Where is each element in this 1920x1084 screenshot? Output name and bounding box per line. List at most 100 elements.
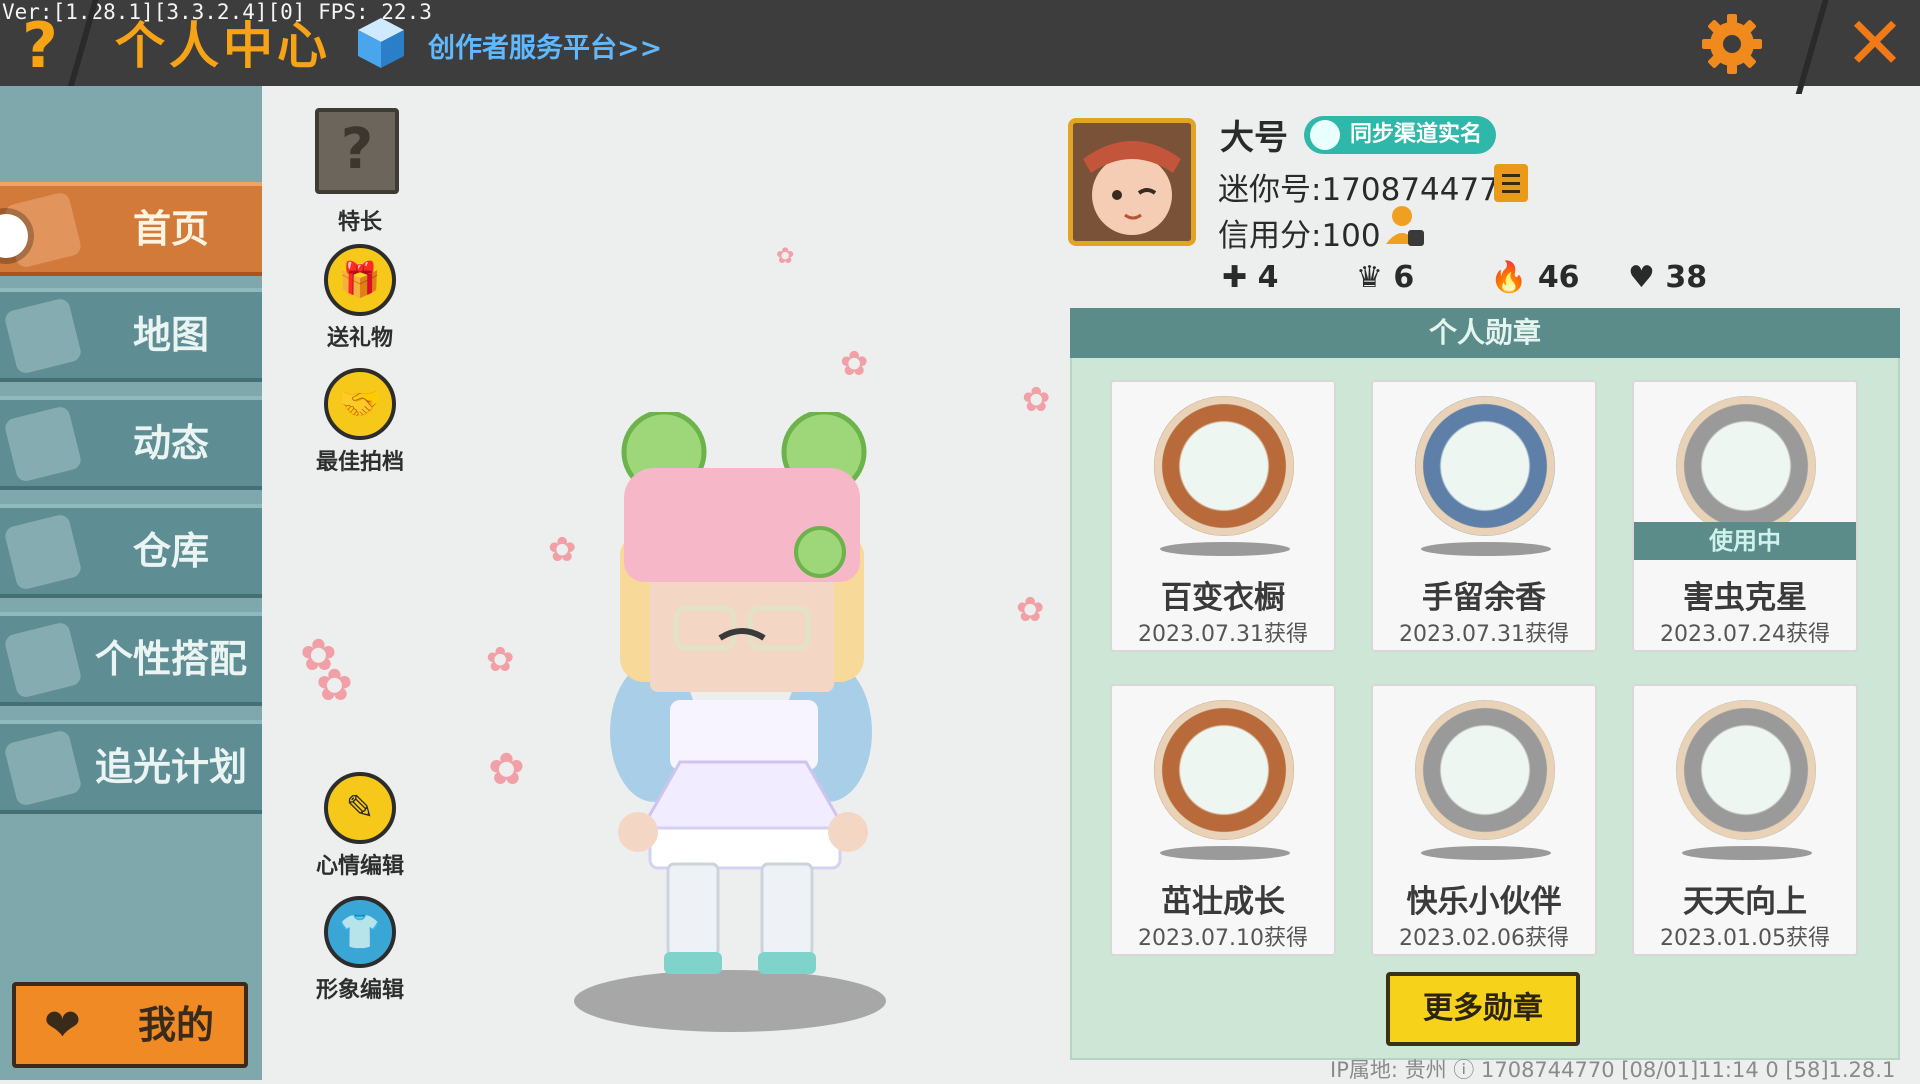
plus-box-icon: ✚	[1222, 260, 1248, 295]
badge-shadow	[1421, 542, 1551, 556]
petal-decoration: ✿	[486, 640, 515, 680]
heart-icon: ♥	[1628, 260, 1655, 295]
trophy-icon: ♛	[1356, 260, 1383, 295]
badge-shadow	[1682, 846, 1812, 860]
badge-card[interactable]: 使用中害虫克星 2023.07.24获得	[1632, 380, 1858, 652]
badge-date: 2023.07.10获得	[1138, 926, 1308, 951]
badge-medal-icon	[1154, 700, 1294, 840]
house-icon	[3, 512, 83, 592]
help-icon[interactable]: ?	[10, 14, 70, 78]
badges-header: 个人勋章	[1070, 308, 1900, 358]
petal-decoration: ✿	[1022, 380, 1051, 420]
stat-trophy: ♛ 6	[1356, 260, 1414, 295]
sidebar-item-label: 首页	[132, 207, 209, 251]
heart-icon: ❤	[44, 1000, 81, 1051]
credit-user-icon[interactable]	[1384, 204, 1426, 248]
edit-icon: ✎	[324, 772, 396, 844]
sidebar-item-warehouse[interactable]: 仓库	[0, 504, 262, 598]
badge-date: 2023.07.24获得	[1660, 622, 1830, 647]
nickname: 大号	[1220, 118, 1288, 158]
ip-location: IP属地: 贵州	[1330, 1058, 1447, 1082]
badge-medal-icon	[1676, 700, 1816, 840]
badge-card[interactable]: 快乐小伙伴 2023.02.06获得	[1371, 684, 1597, 956]
more-badges-button[interactable]: 更多勋章	[1386, 972, 1580, 1046]
mini-id: 迷你号:1708744770	[1218, 172, 1519, 208]
send-gift-label: 送礼物	[326, 326, 393, 351]
outfit-edit-icon: 👕	[324, 896, 396, 968]
image-edit-label: 形象编辑	[315, 978, 404, 1003]
sidebar-item-feed[interactable]: 动态	[0, 396, 262, 490]
petal-decoration: ✿	[1016, 590, 1045, 630]
skill-label-wrap: 特长	[300, 200, 420, 236]
profile-avatar[interactable]	[1068, 118, 1196, 246]
credit-score: 信用分:100	[1218, 218, 1381, 254]
sidebar-item-light-plan[interactable]: 追光计划	[0, 720, 262, 814]
badge-medal-icon	[1415, 700, 1555, 840]
mood-edit-button[interactable]: ✎ 心情编辑	[300, 772, 420, 880]
stat-heart: ♥ 38	[1628, 260, 1707, 295]
my-button-label: 我的	[137, 1003, 214, 1047]
badge-date: 2023.02.06获得	[1399, 926, 1569, 951]
handshake-icon: 🤝	[324, 368, 396, 440]
badge-shadow	[1421, 846, 1551, 860]
badge-card[interactable]: 百变衣橱 2023.07.31获得	[1110, 380, 1336, 652]
avatar-character[interactable]	[580, 412, 900, 1002]
badge-date: 2023.07.31获得	[1138, 622, 1308, 647]
best-partner-label: 最佳拍档	[315, 450, 404, 475]
gear-icon[interactable]	[1700, 12, 1764, 76]
badge-name: 百变衣橱	[1161, 580, 1285, 616]
badge-card[interactable]: 茁壮成长 2023.07.10获得	[1110, 684, 1336, 956]
badge-date: 2023.01.05获得	[1660, 926, 1830, 951]
map-icon	[3, 296, 83, 376]
outfit-icon	[3, 620, 83, 700]
close-icon[interactable]: ✕	[1840, 7, 1910, 79]
real-name-badge-label: 同步渠道实名	[1350, 122, 1483, 147]
copy-icon[interactable]	[1494, 164, 1528, 202]
petal-decoration: ✿	[548, 530, 577, 570]
badge-card[interactable]: 天天向上 2023.01.05获得	[1632, 684, 1858, 956]
sidebar-item-map[interactable]: 地图	[0, 288, 262, 382]
petal-decoration: ✿	[316, 660, 353, 711]
page-title: 个人中心	[115, 17, 331, 75]
sidebar-item-label: 动态	[132, 421, 209, 465]
sidebar-item-label: 仓库	[132, 529, 209, 573]
badge-name: 茁壮成长	[1161, 884, 1285, 920]
badge-shadow	[1160, 846, 1290, 860]
badge-medal-icon	[1676, 396, 1816, 536]
badge-medal-icon	[1154, 396, 1294, 536]
badge-name: 害虫克星	[1683, 580, 1807, 616]
badge-name: 天天向上	[1683, 884, 1807, 920]
sidebar-item-label: 追光计划	[94, 745, 247, 789]
badge-in-use-label: 使用中	[1634, 522, 1856, 560]
my-button[interactable]: ❤ 我的	[12, 982, 248, 1068]
stat-plus: ✚ 4	[1222, 260, 1278, 295]
petal-decoration: ✿	[488, 744, 525, 795]
light-plan-icon	[3, 728, 83, 808]
badge-card[interactable]: 手留余香 2023.07.31获得	[1371, 380, 1597, 652]
badge-shadow	[1160, 542, 1290, 556]
cube-logo-icon[interactable]	[356, 16, 406, 70]
sidebar-item-label: 个性搭配	[94, 637, 247, 681]
petal-decoration: ✿	[776, 244, 795, 269]
bell-icon	[3, 404, 83, 484]
send-gift-button[interactable]: 🎁 送礼物	[300, 244, 420, 352]
stat-fire-value: 46	[1537, 260, 1580, 295]
sidebar-item-outfit[interactable]: 个性搭配	[0, 612, 262, 706]
mood-edit-label: 心情编辑	[315, 854, 404, 879]
stat-plus-value: 4	[1257, 260, 1279, 295]
skill-slot[interactable]: ?	[315, 108, 399, 194]
badge-name: 快乐小伙伴	[1406, 884, 1562, 920]
stat-trophy-value: 6	[1393, 260, 1415, 295]
badge-medal-icon	[1415, 396, 1555, 536]
gift-icon: 🎁	[324, 244, 396, 316]
device-info: 1708744770 [08/01]11:14 0 [58]1.28.1	[1480, 1058, 1896, 1082]
fire-icon: 🔥	[1490, 260, 1528, 295]
badge-date: 2023.07.31获得	[1399, 622, 1569, 647]
creator-platform-link[interactable]: 创作者服务平台>>	[428, 26, 662, 65]
petal-decoration: ✿	[840, 344, 869, 384]
real-name-badge[interactable]: 同步渠道实名	[1304, 116, 1497, 154]
sidebar-item-home[interactable]: 首页	[0, 182, 262, 276]
stat-fire: 🔥 46	[1490, 260, 1580, 295]
best-partner-button[interactable]: 🤝 最佳拍档	[300, 368, 420, 476]
image-edit-button[interactable]: 👕 形象编辑	[300, 896, 420, 1004]
